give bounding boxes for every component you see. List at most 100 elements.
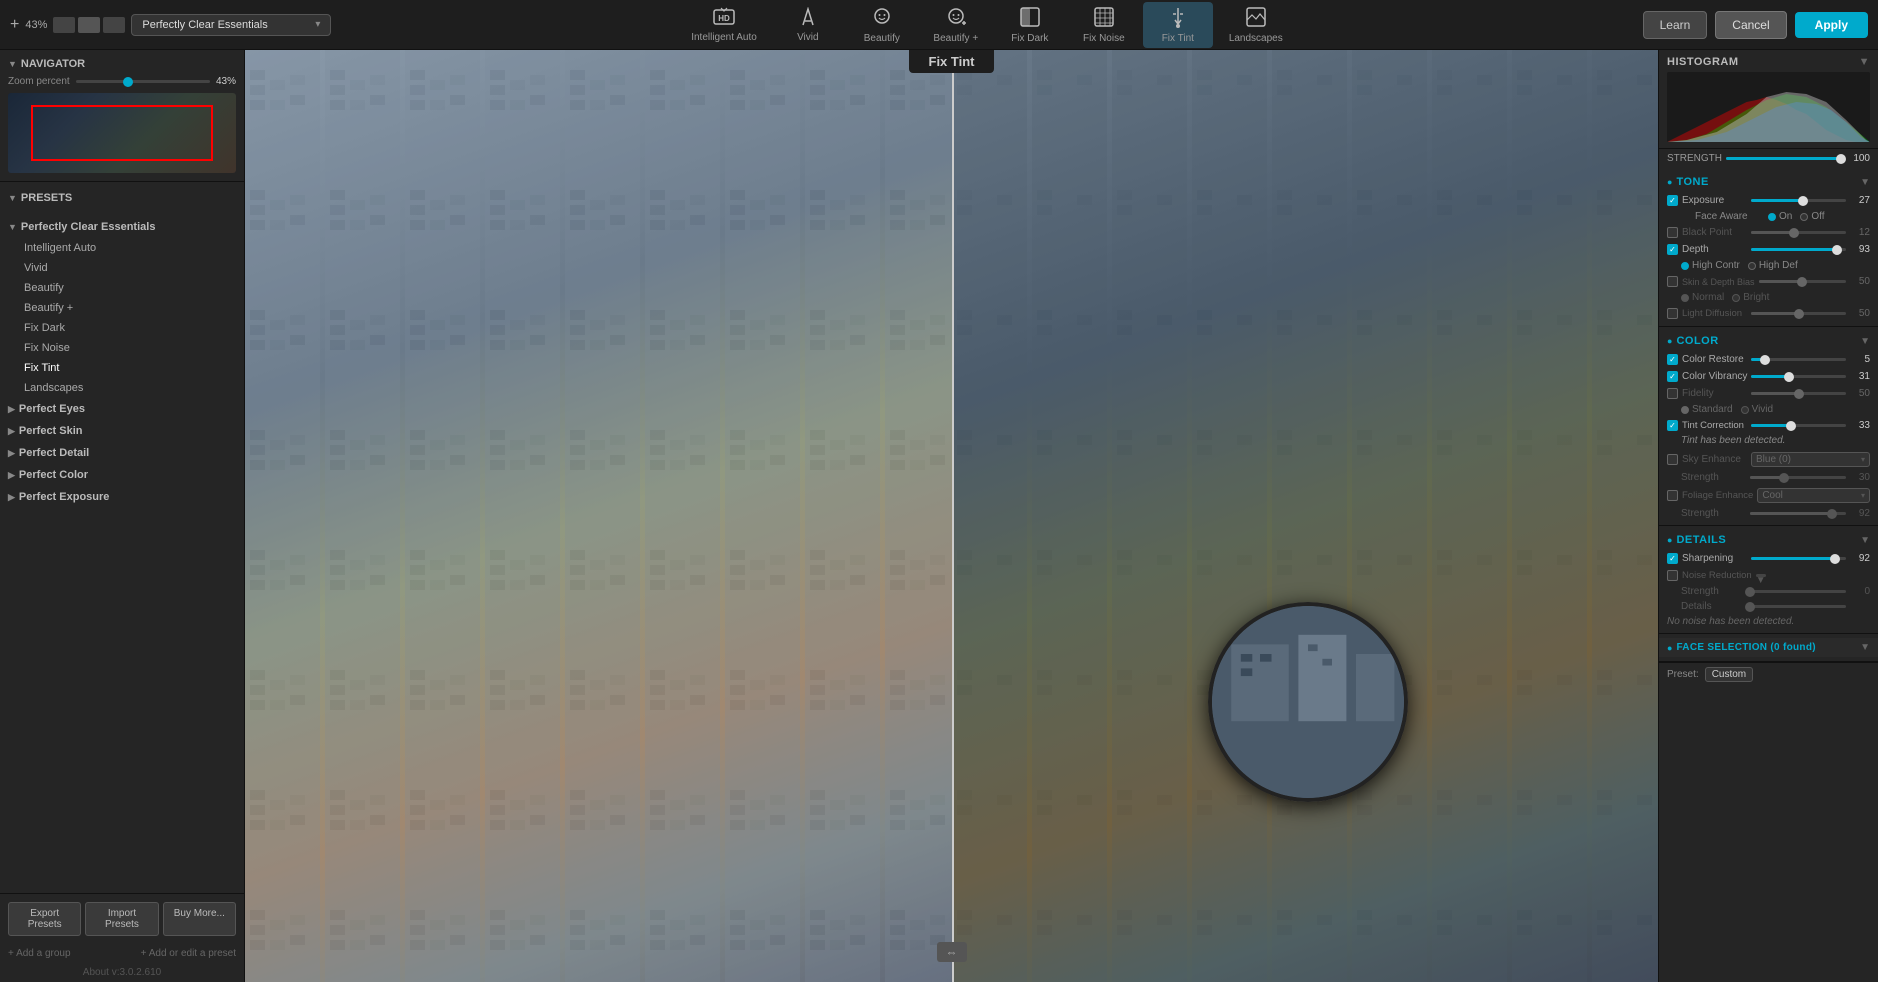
foliage-strength-slider[interactable] — [1750, 512, 1846, 515]
zoom-slider[interactable] — [76, 80, 210, 83]
light-diffusion-slider[interactable] — [1751, 312, 1846, 315]
color-vibrancy-check[interactable]: ✓ — [1667, 371, 1678, 382]
strength-thumb — [1836, 154, 1846, 164]
sky-enhance-label: Sky Enhance — [1682, 454, 1747, 465]
noise-section-collapse[interactable]: ▼ — [1756, 575, 1766, 586]
noise-strength-slider[interactable] — [1750, 590, 1846, 593]
preset-item-fix-noise[interactable]: Fix Noise — [0, 338, 244, 358]
preset-group-detail[interactable]: ▶ Perfect Detail — [0, 442, 244, 464]
details-enabled-icon[interactable]: ● — [1667, 535, 1672, 545]
depth-high-contr-label: High Contr — [1692, 260, 1740, 271]
face-aware-off[interactable]: Off — [1800, 211, 1824, 222]
preset-group-essentials[interactable]: ▼ Perfectly Clear Essentials — [0, 216, 244, 238]
exposure-check[interactable]: ✓ — [1667, 195, 1678, 206]
foliage-enhance-label: Foliage Enhance — [1682, 490, 1753, 501]
export-presets-button[interactable]: Export Presets — [8, 902, 81, 936]
face-selection-header[interactable]: ● FACE SELECTION (0 found) ▼ — [1659, 638, 1878, 657]
split-handle[interactable]: ⇔ — [937, 942, 967, 962]
tool-fix-dark[interactable]: Fix Dark — [995, 2, 1065, 48]
depth-high-def[interactable]: High Def — [1748, 260, 1798, 271]
histogram-section: HISTOGRAM ▼ — [1659, 50, 1878, 149]
depth-check[interactable]: ✓ — [1667, 244, 1678, 255]
tone-enabled-icon[interactable]: ● — [1667, 177, 1672, 187]
add-preset-link[interactable]: + Add or edit a preset — [141, 948, 236, 959]
preset-group-exposure[interactable]: ▶ Perfect Exposure — [0, 486, 244, 508]
preset-selector[interactable]: Perfectly Clear Essentials ▾ — [131, 14, 331, 36]
tool-landscapes[interactable]: Landscapes — [1217, 2, 1295, 48]
preset-item-vivid[interactable]: Vivid — [0, 258, 244, 278]
preset-bottom-value[interactable]: Custom — [1705, 667, 1753, 682]
add-group-link[interactable]: + Add a group — [8, 948, 71, 959]
exposure-slider[interactable] — [1751, 199, 1846, 202]
preset-group-eyes-label: Perfect Eyes — [19, 403, 85, 415]
cancel-button[interactable]: Cancel — [1715, 11, 1786, 39]
noise-reduction-check[interactable] — [1667, 570, 1678, 581]
tool-fix-noise[interactable]: Fix Noise — [1069, 2, 1139, 48]
noise-details-slider[interactable] — [1750, 605, 1846, 608]
skin-depth-slider[interactable] — [1759, 280, 1846, 283]
apply-button[interactable]: Apply — [1795, 12, 1868, 38]
zoom-slider-thumb[interactable] — [123, 77, 133, 87]
preset-item-fix-tint[interactable]: Fix Tint — [0, 358, 244, 378]
fidelity-check[interactable] — [1667, 388, 1678, 399]
tool-beautify[interactable]: Beautify — [847, 2, 917, 48]
foliage-enhance-dropdown[interactable]: Cool ▾ — [1757, 488, 1870, 503]
preset-group-eyes[interactable]: ▶ Perfect Eyes — [0, 398, 244, 420]
skin-depth-normal[interactable]: Normal — [1681, 292, 1724, 303]
face-aware-on[interactable]: On — [1768, 211, 1792, 222]
preset-item-fix-dark[interactable]: Fix Dark — [0, 318, 244, 338]
preset-item-beautify-plus[interactable]: Beautify + — [0, 298, 244, 318]
color-restore-check[interactable]: ✓ — [1667, 354, 1678, 365]
details-header[interactable]: ● DETAILS ▼ — [1659, 530, 1878, 550]
preset-group-skin-label: Perfect Skin — [19, 425, 83, 437]
tool-beautify-plus[interactable]: Beautify + — [921, 2, 991, 48]
face-selection-icon: ● — [1667, 643, 1672, 653]
layout-split[interactable] — [78, 17, 100, 33]
depth-slider[interactable] — [1751, 248, 1846, 251]
add-button[interactable]: + — [10, 16, 19, 34]
sharpening-slider[interactable] — [1751, 557, 1846, 560]
tint-correction-slider[interactable] — [1751, 424, 1846, 427]
layout-grid[interactable] — [103, 17, 125, 33]
foliage-enhance-check[interactable] — [1667, 490, 1678, 501]
color-vibrancy-slider[interactable] — [1751, 375, 1846, 378]
histogram-collapse-icon[interactable]: ▼ — [1859, 56, 1870, 68]
import-presets-button[interactable]: Import Presets — [85, 902, 158, 936]
skin-depth-check[interactable] — [1667, 276, 1678, 287]
preset-item-intelligent-auto[interactable]: Intelligent Auto — [0, 238, 244, 258]
strength-slider[interactable] — [1726, 157, 1841, 160]
sky-enhance-row: Sky Enhance Blue (0) ▾ — [1659, 449, 1878, 470]
tool-vivid[interactable]: Vivid — [773, 3, 843, 47]
color-restore-slider[interactable] — [1751, 358, 1846, 361]
tool-intelligent-auto[interactable]: HD Intelligent Auto — [679, 3, 769, 47]
nav-thumbnail[interactable] — [8, 93, 236, 173]
sharpening-check[interactable]: ✓ — [1667, 553, 1678, 564]
tool-fix-tint[interactable]: Fix Tint — [1143, 2, 1213, 48]
tone-header[interactable]: ● TONE ▼ — [1659, 172, 1878, 192]
sky-enhance-dropdown[interactable]: Blue (0) ▾ — [1751, 452, 1870, 467]
preset-group-skin[interactable]: ▶ Perfect Skin — [0, 420, 244, 442]
buy-more-button[interactable]: Buy More... — [163, 902, 236, 936]
fidelity-standard[interactable]: Standard — [1681, 404, 1733, 415]
no-noise-message: No noise has been detected. — [1659, 614, 1878, 629]
preset-item-landscapes[interactable]: Landscapes — [0, 378, 244, 398]
sky-enhance-check[interactable] — [1667, 454, 1678, 465]
preset-group-color[interactable]: ▶ Perfect Color — [0, 464, 244, 486]
black-point-slider[interactable] — [1751, 231, 1846, 234]
learn-button[interactable]: Learn — [1643, 11, 1708, 39]
fidelity-vivid[interactable]: Vivid — [1741, 404, 1774, 415]
tint-correction-check[interactable]: ✓ — [1667, 420, 1678, 431]
color-enabled-icon[interactable]: ● — [1667, 336, 1672, 346]
fidelity-slider[interactable] — [1751, 392, 1846, 395]
color-header[interactable]: ● COLOR ▼ — [1659, 331, 1878, 351]
black-point-check[interactable] — [1667, 227, 1678, 238]
image-canvas[interactable]: ⇔ — [245, 50, 1658, 982]
skin-depth-bright[interactable]: Bright — [1732, 292, 1769, 303]
layout-single[interactable] — [53, 17, 75, 33]
details-section: ● DETAILS ▼ ✓ Sharpening 92 Noise Reduct… — [1659, 526, 1878, 634]
depth-high-contr[interactable]: High Contr — [1681, 260, 1740, 271]
light-diffusion-check[interactable] — [1667, 308, 1678, 319]
sky-strength-slider[interactable] — [1750, 476, 1846, 479]
preset-group-detail-triangle: ▶ — [8, 448, 15, 459]
preset-item-beautify[interactable]: Beautify — [0, 278, 244, 298]
